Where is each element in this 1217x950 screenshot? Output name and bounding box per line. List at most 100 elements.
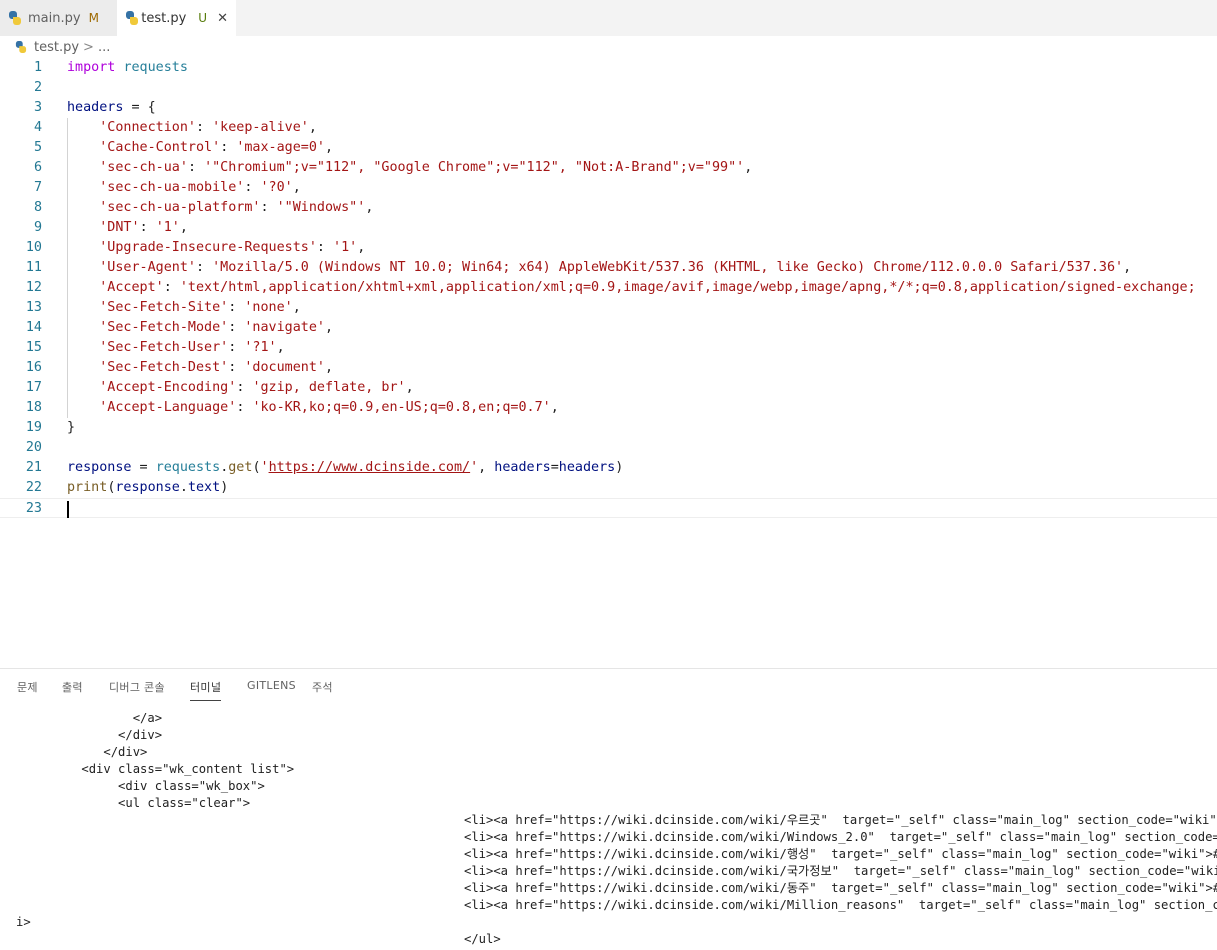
tab-main-py[interactable]: main.py M xyxy=(0,0,117,36)
terminal-line: <li><a href="https://wiki.dcinside.com/w… xyxy=(464,898,1217,912)
code-text: 'Connection': 'keep-alive', xyxy=(99,120,317,135)
line-number: 5 xyxy=(33,140,42,155)
breadcrumb-more[interactable]: ... xyxy=(98,40,110,55)
tab-problems[interactable]: 문제 xyxy=(17,679,38,695)
code-text: response = requests.get('https://www.dci… xyxy=(67,460,624,475)
code-line[interactable]: 15 'Sec-Fetch-User': '?1', xyxy=(0,338,1217,358)
code-text: print(response.text) xyxy=(67,480,229,495)
code-line[interactable]: 1 import requests xyxy=(0,58,1217,78)
line-number: 8 xyxy=(33,200,42,215)
code-line[interactable]: 7 'sec-ch-ua-mobile': '?0', xyxy=(0,178,1217,198)
line-number: 3 xyxy=(33,100,42,115)
code-text: 'Sec-Fetch-Mode': 'navigate', xyxy=(99,320,334,335)
panel-tab-bar: 문제 출력 디버그 콘솔 터미널 GITLENS 주석 xyxy=(0,669,1217,703)
code-text: 'User-Agent': 'Mozilla/5.0 (Windows NT 1… xyxy=(99,260,1132,275)
code-text: 'sec-ch-ua-platform': '"Windows"', xyxy=(99,200,374,215)
code-line[interactable]: 6 'sec-ch-ua': '"Chromium";v="112", "Goo… xyxy=(0,158,1217,178)
line-number: 11 xyxy=(25,260,42,275)
code-text: 'Accept-Encoding': 'gzip, deflate, br', xyxy=(99,380,414,395)
tab-label: test.py xyxy=(141,10,187,26)
close-icon[interactable]: ✕ xyxy=(217,11,228,26)
code-text: 'Sec-Fetch-Site': 'none', xyxy=(99,300,301,315)
code-line[interactable]: 12 'Accept': 'text/html,application/xhtm… xyxy=(0,278,1217,298)
code-line[interactable]: 2 xyxy=(0,78,1217,98)
code-editor[interactable]: 1 import requests 2 3 headers = {4 'Connecti… xyxy=(0,58,1217,663)
code-line[interactable]: 5 'Cache-Control': 'max-age=0', xyxy=(0,138,1217,158)
python-file-icon xyxy=(15,41,27,53)
code-line[interactable]: 22 print(response.text) xyxy=(0,478,1217,498)
terminal-output[interactable]: </a> </div> </div> <div class="wk_conten… xyxy=(0,710,1217,950)
line-number: 15 xyxy=(25,340,42,355)
terminal-line: <ul class="clear"> xyxy=(30,796,251,810)
code-text: 'Upgrade-Insecure-Requests': '1', xyxy=(99,240,366,255)
line-number: 22 xyxy=(25,480,42,495)
terminal-line: </div> xyxy=(30,728,163,742)
breadcrumb: test.py > ... xyxy=(0,36,1217,58)
code-text: 'Cache-Control': 'max-age=0', xyxy=(99,140,334,155)
code-text: 'DNT': '1', xyxy=(99,220,188,235)
code-line[interactable]: 16 'Sec-Fetch-Dest': 'document', xyxy=(0,358,1217,378)
tab-gitlens[interactable]: GITLENS xyxy=(247,679,296,692)
line-number: 18 xyxy=(25,400,42,415)
line-number: 19 xyxy=(25,420,42,435)
line-number: 12 xyxy=(25,280,42,295)
line-number: 6 xyxy=(33,160,42,175)
bottom-panel: 문제 출력 디버그 콘솔 터미널 GITLENS 주석 </a> </div> … xyxy=(0,668,1217,949)
text-cursor xyxy=(67,501,69,518)
terminal-line: <li><a href="https://wiki.dcinside.com/w… xyxy=(464,830,1217,844)
tab-output[interactable]: 출력 xyxy=(62,679,83,695)
line-number: 17 xyxy=(25,380,42,395)
code-text: 'Accept': 'text/html,application/xhtml+x… xyxy=(99,280,1196,295)
code-line[interactable]: 18 'Accept-Language': 'ko-KR,ko;q=0.9,en… xyxy=(0,398,1217,418)
git-status-badge: U xyxy=(198,11,208,25)
terminal-line: </a> xyxy=(30,711,163,725)
editor-tab-bar: main.py M test.py U ✕ xyxy=(0,0,1217,36)
code-text: 'sec-ch-ua': '"Chromium";v="112", "Googl… xyxy=(99,160,753,175)
line-number: 14 xyxy=(25,320,42,335)
terminal-line: </div> xyxy=(30,745,148,759)
terminal-line: </ul> xyxy=(464,932,501,946)
code-text: headers = { xyxy=(67,100,156,115)
line-number: 4 xyxy=(33,120,42,135)
terminal-line: <div class="wk_box"> xyxy=(30,779,265,793)
code-line[interactable]: 17 'Accept-Encoding': 'gzip, deflate, br… xyxy=(0,378,1217,398)
code-line[interactable]: 20 xyxy=(0,438,1217,458)
line-number: 21 xyxy=(25,460,42,475)
tab-test-py[interactable]: test.py U ✕ xyxy=(117,0,236,36)
line-number: 13 xyxy=(25,300,42,315)
line-number: 23 xyxy=(25,501,42,516)
code-line[interactable]: 9 'DNT': '1', xyxy=(0,218,1217,238)
code-line[interactable]: 21 response = requests.get('https://www.d… xyxy=(0,458,1217,478)
chevron-right-icon: > xyxy=(83,39,94,55)
breadcrumb-file[interactable]: test.py xyxy=(34,40,79,55)
code-line[interactable]: 14 'Sec-Fetch-Mode': 'navigate', xyxy=(0,318,1217,338)
line-number: 9 xyxy=(33,220,42,235)
code-text: 'sec-ch-ua-mobile': '?0', xyxy=(99,180,301,195)
terminal-line: <li><a href="https://wiki.dcinside.com/w… xyxy=(464,864,1217,878)
line-number: 20 xyxy=(25,440,42,455)
code-text: import requests xyxy=(67,60,188,75)
terminal-line: <div class="wk_content list"> xyxy=(30,762,295,776)
python-file-icon xyxy=(125,11,139,25)
tab-debug-console[interactable]: 디버그 콘솔 xyxy=(109,679,165,695)
tab-comments[interactable]: 주석 xyxy=(312,679,333,695)
tab-terminal[interactable]: 터미널 xyxy=(190,679,222,701)
tab-label: main.py xyxy=(28,10,81,26)
code-line[interactable]: 13 'Sec-Fetch-Site': 'none', xyxy=(0,298,1217,318)
git-status-badge: M xyxy=(88,11,99,25)
code-text: 'Sec-Fetch-User': '?1', xyxy=(99,340,285,355)
code-line[interactable]: 11 'User-Agent': 'Mozilla/5.0 (Windows N… xyxy=(0,258,1217,278)
code-line[interactable]: 10 'Upgrade-Insecure-Requests': '1', xyxy=(0,238,1217,258)
code-text: } xyxy=(67,420,76,435)
code-line[interactable]: 8 'sec-ch-ua-platform': '"Windows"', xyxy=(0,198,1217,218)
code-line[interactable]: 23 xyxy=(0,498,1217,518)
code-line[interactable]: 4 'Connection': 'keep-alive', xyxy=(0,118,1217,138)
code-line[interactable]: 19} xyxy=(0,418,1217,438)
terminal-line: i> xyxy=(16,915,31,929)
code-text: 'Accept-Language': 'ko-KR,ko;q=0.9,en-US… xyxy=(99,400,559,415)
line-number: 7 xyxy=(33,180,42,195)
terminal-line: <li><a href="https://wiki.dcinside.com/w… xyxy=(464,813,1217,827)
code-line[interactable]: 3 headers = { xyxy=(0,98,1217,118)
terminal-line: <li><a href="https://wiki.dcinside.com/w… xyxy=(464,847,1217,861)
line-number: 16 xyxy=(25,360,42,375)
